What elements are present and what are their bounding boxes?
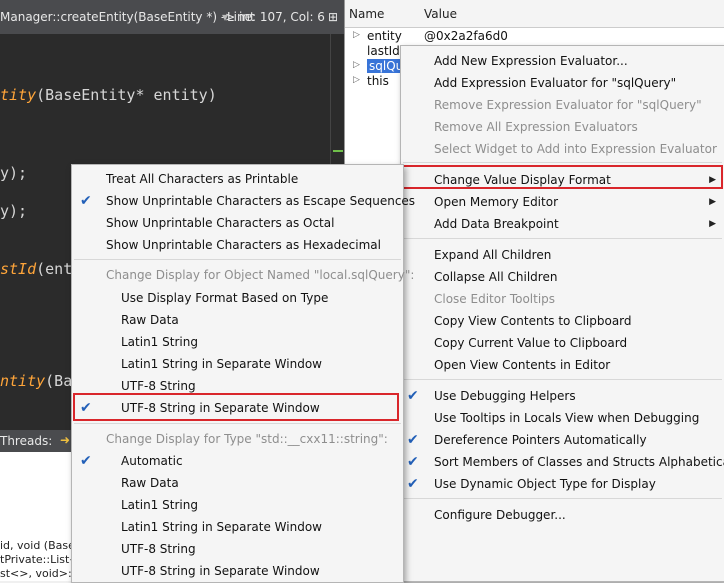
check-icon: ✔ [80, 453, 92, 469]
submenu-header-object: Change Display for Object Named "local.s… [106, 268, 415, 282]
check-icon: ✔ [80, 193, 92, 209]
code-line: ntity(Ba [0, 372, 73, 390]
submenu-item-type-utf8-string[interactable]: UTF-8 String [72, 538, 403, 560]
menu-item-use-tooltips-locals[interactable]: Use Tooltips in Locals View when Debuggi… [401, 407, 724, 429]
menu-item-close-editor-tooltips: Close Editor Tooltips [434, 292, 556, 306]
submenu-item-type-latin1-separate-window[interactable]: Latin1 String in Separate Window [72, 516, 403, 538]
menu-separator [403, 498, 722, 499]
submenu-item-raw-data[interactable]: Raw Data [72, 309, 403, 331]
menu-item-remove-all-evaluators: Remove All Expression Evaluators [434, 120, 638, 134]
expand-arrow-icon[interactable]: ▷ [353, 30, 360, 40]
column-value-header[interactable]: Value [424, 7, 457, 21]
stack-line[interactable]: st<>, void>::i [0, 567, 78, 580]
editor-toolbar: Manager::createEntity(BaseEntity *) -> i… [0, 0, 344, 34]
highlight-box-utf8-separate-window [73, 393, 399, 421]
menu-item-configure-debugger[interactable]: Configure Debugger... [401, 504, 724, 526]
menu-item-open-view-contents-editor[interactable]: Open View Contents in Editor [401, 354, 724, 376]
triangle-right-icon: ▶ [709, 219, 716, 229]
expand-arrow-icon[interactable]: ▷ [353, 75, 360, 85]
menu-item-select-widget: Select Widget to Add into Expression Eva… [434, 142, 717, 156]
code-line: y); [0, 164, 28, 182]
submenu-item-type-utf8-separate-window[interactable]: UTF-8 String in Separate Window [72, 560, 403, 582]
menu-separator [74, 259, 401, 260]
locals-row[interactable]: ▷ entity @0x2a2fa6d0 [345, 29, 724, 44]
submenu-header-type: Change Display for Type "std::__cxx11::s… [106, 432, 388, 446]
code-line: tity(BaseEntity* entity) [0, 86, 217, 104]
menu-separator [74, 423, 401, 424]
code-line: stId(ent [0, 260, 73, 278]
menu-item-dynamic-object-type[interactable]: ✔ Use Dynamic Object Type for Display [401, 473, 724, 495]
expand-arrow-icon[interactable]: ▷ [353, 60, 360, 70]
check-icon: ✔ [407, 454, 419, 470]
menu-item-dereference-pointers[interactable]: ✔ Dereference Pointers Automatically [401, 429, 724, 451]
submenu-item-octal[interactable]: Show Unprintable Characters as Octal [72, 212, 403, 234]
menu-item-copy-current-value[interactable]: Copy Current Value to Clipboard [401, 332, 724, 354]
submenu-item-type-latin1-string[interactable]: Latin1 String [72, 494, 403, 516]
menu-separator [403, 238, 722, 239]
menu-item-remove-evaluator-sqlquery: Remove Expression Evaluator for "sqlQuer… [434, 98, 702, 112]
function-signature[interactable]: Manager::createEntity(BaseEntity *) -> i… [0, 10, 255, 24]
menu-separator [403, 379, 722, 380]
check-icon: ✔ [407, 388, 419, 404]
menu-item-add-evaluator-sqlquery[interactable]: Add Expression Evaluator for "sqlQuery" [401, 72, 724, 94]
change-marker [333, 150, 343, 152]
threads-label: Threads: [0, 434, 53, 448]
submenu-item-type-raw-data[interactable]: Raw Data [72, 472, 403, 494]
menu-item-use-debugging-helpers[interactable]: ✔ Use Debugging Helpers [401, 385, 724, 407]
submenu-item-format-based-on-type[interactable]: Use Display Format Based on Type [72, 287, 403, 309]
submenu-item-hexadecimal[interactable]: Show Unprintable Characters as Hexadecim… [72, 234, 403, 256]
submenu-item-escape-sequences[interactable]: ✔ Show Unprintable Characters as Escape S… [72, 190, 415, 212]
stack-line[interactable]: id, void (Base [0, 539, 75, 552]
menu-item-collapse-all-children[interactable]: Collapse All Children [401, 266, 724, 288]
menu-item-open-memory-editor[interactable]: Open Memory Editor ▶ [401, 191, 724, 213]
check-icon: ✔ [407, 432, 419, 448]
submenu-item-latin1-string[interactable]: Latin1 String [72, 331, 403, 353]
column-name-header[interactable]: Name [349, 7, 384, 21]
line-col-indicator[interactable]: Line: 107, Col: 6 [227, 10, 325, 24]
menu-separator [403, 162, 722, 163]
locals-header: Name Value [345, 0, 724, 28]
highlight-box-display-format [402, 165, 723, 189]
menu-item-sort-members[interactable]: ✔ Sort Members of Classes and Structs Alp… [401, 451, 724, 473]
display-format-submenu: Treat All Characters as Printable ✔ Show … [71, 164, 415, 583]
check-icon: ✔ [407, 476, 419, 492]
submenu-item-automatic[interactable]: ✔ Automatic [72, 450, 403, 472]
menu-item-copy-view-contents[interactable]: Copy View Contents to Clipboard [401, 310, 724, 332]
split-icon[interactable]: ⊞ [328, 10, 338, 24]
triangle-right-icon: ▶ [709, 197, 716, 207]
locals-context-menu: Add New Expression Evaluator... Add Expr… [400, 45, 724, 582]
arrow-icon[interactable]: ➜ [60, 433, 70, 447]
submenu-item-latin1-separate-window[interactable]: Latin1 String in Separate Window [72, 353, 403, 375]
stack-line[interactable]: tPrivate::List< [0, 553, 79, 566]
menu-item-expand-all-children[interactable]: Expand All Children [401, 244, 724, 266]
menu-item-add-new-evaluator[interactable]: Add New Expression Evaluator... [401, 50, 724, 72]
submenu-item-treat-printable[interactable]: Treat All Characters as Printable [72, 168, 403, 190]
code-line: y); [0, 202, 28, 220]
menu-item-add-data-breakpoint[interactable]: Add Data Breakpoint ▶ [401, 213, 724, 235]
